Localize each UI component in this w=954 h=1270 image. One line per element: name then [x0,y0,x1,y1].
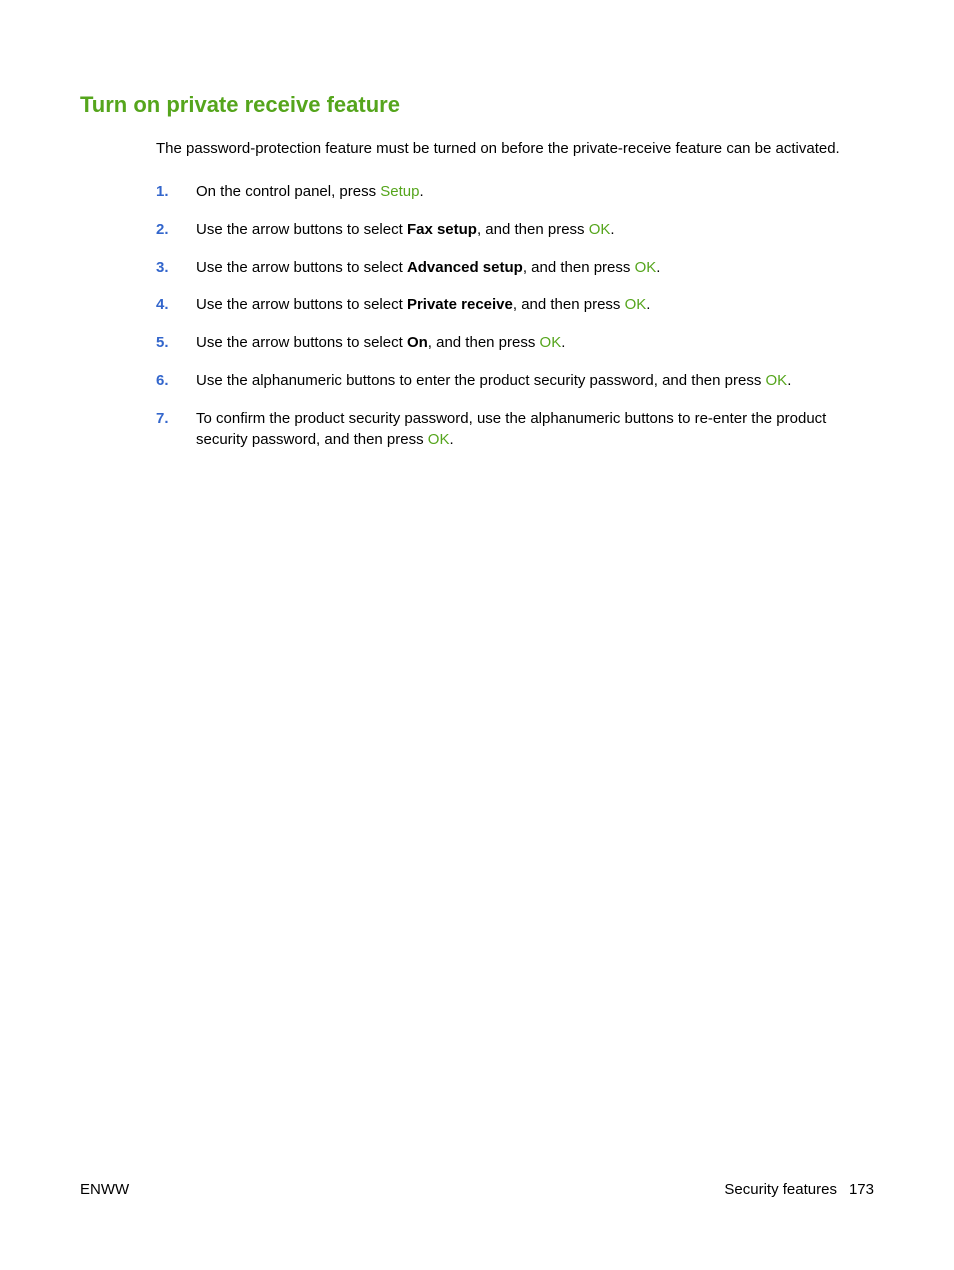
step-number: 7. [156,408,196,452]
footer-right: Security features 173 [724,1181,874,1198]
action-label: Setup [380,183,419,200]
step-text: Use the alphanumeric buttons to enter th… [196,370,874,392]
step-text: On the control panel, press Setup. [196,181,874,203]
step-item: 7. To confirm the product security passw… [156,408,874,452]
step-number: 4. [156,294,196,316]
step-text: Use the arrow buttons to select On, and … [196,332,874,354]
step-text: To confirm the product security password… [196,408,874,452]
action-label: OK [540,334,562,351]
step-number: 6. [156,370,196,392]
action-label: OK [428,431,450,448]
step-item: 2. Use the arrow buttons to select Fax s… [156,219,874,241]
step-number: 1. [156,181,196,203]
step-item: 3. Use the arrow buttons to select Advan… [156,257,874,279]
menu-option: Advanced setup [407,259,523,276]
page-number: 173 [849,1181,874,1198]
step-item: 4. Use the arrow buttons to select Priva… [156,294,874,316]
step-item: 1. On the control panel, press Setup. [156,181,874,203]
menu-option: On [407,334,428,351]
section-heading: Turn on private receive feature [80,92,874,118]
action-label: OK [589,221,611,238]
step-number: 3. [156,257,196,279]
action-label: OK [766,372,788,389]
step-number: 5. [156,332,196,354]
menu-option: Fax setup [407,221,477,238]
ordered-steps: 1. On the control panel, press Setup. 2.… [156,181,874,451]
action-label: OK [635,259,657,276]
footer-left: ENWW [80,1181,129,1198]
step-text: Use the arrow buttons to select Advanced… [196,257,874,279]
page-footer: ENWW Security features 173 [80,1181,874,1198]
step-text: Use the arrow buttons to select Private … [196,294,874,316]
intro-paragraph: The password-protection feature must be … [156,138,874,159]
step-text: Use the arrow buttons to select Fax setu… [196,219,874,241]
footer-section: Security features [724,1181,837,1198]
step-number: 2. [156,219,196,241]
action-label: OK [625,296,647,313]
step-item: 5. Use the arrow buttons to select On, a… [156,332,874,354]
menu-option: Private receive [407,296,513,313]
step-item: 6. Use the alphanumeric buttons to enter… [156,370,874,392]
